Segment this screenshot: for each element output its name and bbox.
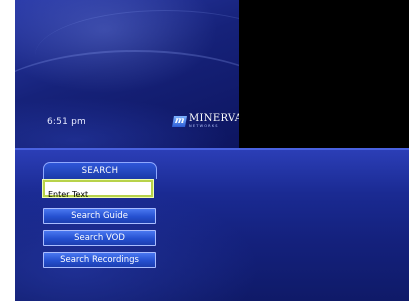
search-menu-title-tab: SEARCH	[43, 162, 157, 179]
search-vod-button[interactable]: Search VOD	[43, 230, 156, 246]
search-guide-button[interactable]: Search Guide	[43, 208, 156, 224]
minerva-logo-icon: m	[172, 115, 187, 127]
background-panel: 6:51 pm m MINERVA NETWORKS	[15, 0, 295, 148]
search-text-field[interactable]	[42, 179, 154, 201]
search-input[interactable]	[45, 188, 151, 201]
minerva-logo: m MINERVA NETWORKS	[172, 112, 243, 129]
video-preview-window	[239, 0, 409, 148]
logo-tagline: NETWORKS	[189, 123, 219, 128]
logo-text: MINERVA NETWORKS	[189, 112, 243, 129]
clock-time: 6:51 pm	[47, 117, 86, 127]
panel-divider	[15, 148, 409, 150]
search-menu-panel: SEARCH Search Guide Search VOD Search Re…	[15, 148, 409, 301]
search-recordings-button[interactable]: Search Recordings	[43, 252, 156, 268]
logo-name: MINERVA	[189, 112, 243, 124]
tv-screen: 6:51 pm m MINERVA NETWORKS SEARCH Search…	[15, 0, 409, 301]
